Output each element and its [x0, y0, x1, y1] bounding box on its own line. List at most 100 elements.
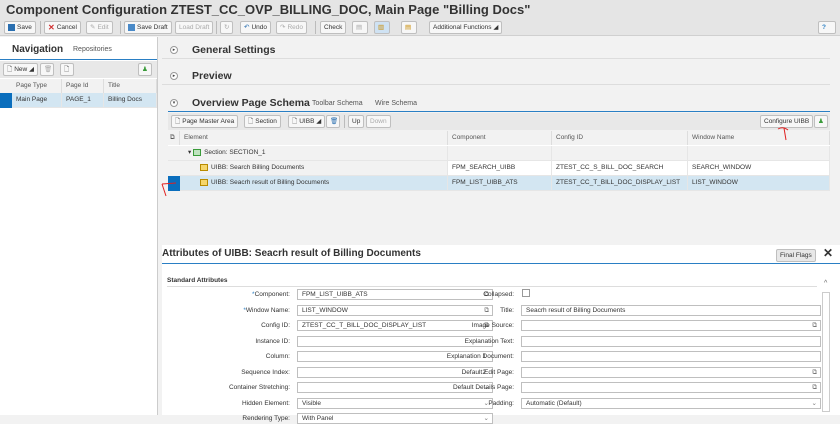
up-button[interactable]: Up: [348, 115, 365, 128]
down-button[interactable]: Down: [366, 115, 391, 128]
annotation-arrow: [161, 182, 177, 197]
redo-button[interactable]: ↷ Redo: [276, 21, 307, 34]
split-horizontal-icon: ▤: [405, 24, 412, 31]
add-page-master-area-button[interactable]: 🗋 Page Master Area: [171, 115, 239, 128]
refresh-button[interactable]: ↻: [220, 21, 234, 34]
tab-toolbar-schema[interactable]: Toolbar Schema: [312, 100, 363, 107]
close-icon[interactable]: ✕: [823, 246, 833, 260]
column-header[interactable]: Component: [448, 131, 552, 145]
navigation-panel: Navigation Repositories 🗋 New ◢ 🗑 🗋 ♟ Pag…: [0, 37, 158, 415]
chevron-down-icon[interactable]: ⌄: [484, 414, 489, 423]
field-label: Image Source:: [471, 322, 514, 329]
load-draft-button[interactable]: Load Draft: [175, 21, 214, 34]
expand-icon[interactable]: ▸: [170, 46, 178, 54]
cell-page-id: PAGE_1: [62, 93, 104, 107]
field-label: Default Details Page:: [452, 384, 514, 391]
table-row-selected[interactable]: UIBB: Seacrh result of Billing Documents…: [168, 176, 830, 191]
cell-component: [448, 146, 552, 160]
add-uibb-button[interactable]: 🗋 UIBB ◢: [288, 115, 326, 128]
field-label: Instance ID:: [162, 338, 290, 345]
delete-button[interactable]: 🗑: [326, 115, 340, 128]
value-help-icon[interactable]: ⧉: [812, 321, 817, 330]
input-field[interactable]: ⧉: [521, 382, 821, 393]
cell-config-id: ZTEST_CC_T_BILL_DOC_DISPLAY_LIST: [552, 176, 688, 190]
cell-config-id: [552, 146, 688, 160]
new-page-icon: 🗋: [7, 66, 13, 73]
schema-toolbar: 🗋 Page Master Area 🗋 Section 🗋 UIBB ◢ 🗑 Up …: [168, 113, 830, 130]
section-overview-page-schema[interactable]: ▾ Overview Page Schema Toolbar Schema Wir…: [162, 94, 830, 112]
save-draft-button[interactable]: Save Draft: [124, 21, 172, 34]
help-button[interactable]: ?: [818, 21, 836, 34]
table-row[interactable]: ▾ Section: SECTION_1: [168, 146, 830, 161]
input-field[interactable]: [521, 335, 821, 347]
value-help-icon[interactable]: ⧉: [812, 383, 817, 392]
select-all-icon[interactable]: ⧉: [168, 131, 180, 145]
collapsed-checkbox[interactable]: [522, 289, 530, 297]
copy-button[interactable]: 🗋: [60, 63, 74, 76]
layout-vertical-button[interactable]: ▥: [374, 21, 390, 34]
add-icon: 🗋: [175, 118, 181, 125]
field-label: Column:: [162, 353, 290, 360]
copy-icon: 🗋: [64, 66, 70, 73]
input-field[interactable]: Seacrh result of Billing Documents: [521, 304, 821, 316]
delete-button[interactable]: 🗑: [40, 63, 54, 76]
final-flags-button[interactable]: Final Flags: [776, 249, 816, 262]
separator: [40, 21, 41, 34]
dropdown-field[interactable]: Automatic (Default) ⌄: [521, 397, 821, 409]
question-icon: ?: [822, 24, 826, 31]
cancel-button[interactable]: ✕ Cancel: [44, 21, 81, 34]
save-icon: [8, 23, 15, 31]
group-title: Standard Attributes: [167, 277, 228, 284]
label-text: Config ID:: [261, 322, 290, 329]
personalize-button[interactable]: ♟: [138, 63, 152, 76]
expand-icon[interactable]: ▸: [170, 72, 178, 80]
table-row[interactable]: UIBB: Search Billing Documents FPM_SEARC…: [168, 161, 830, 176]
draft-icon: [128, 23, 135, 31]
label-text: Sequence Index:: [241, 368, 290, 376]
value-help-icon[interactable]: ⧉: [812, 368, 817, 377]
input-field[interactable]: ⧉: [521, 320, 821, 331]
schema-table: ⧉ Element Component Config ID Window Nam…: [168, 131, 830, 191]
separator: [216, 21, 217, 34]
collapse-icon[interactable]: ▾: [170, 99, 178, 107]
tab-wire-schema[interactable]: Wire Schema: [375, 100, 417, 107]
input-field[interactable]: ⧉: [521, 366, 821, 378]
check-button[interactable]: Check: [320, 21, 347, 34]
chevron-down-icon[interactable]: ⌄: [812, 399, 817, 408]
edit-button[interactable]: ✎ Edit: [86, 21, 113, 34]
column-header[interactable]: Config ID: [552, 131, 688, 145]
new-button[interactable]: 🗋 New ◢: [3, 63, 39, 76]
section-preview[interactable]: ▸ Preview: [162, 67, 830, 85]
column-header[interactable]: Title: [104, 79, 157, 93]
add-section-button[interactable]: 🗋 Section: [244, 115, 281, 128]
layout-horizontal-button[interactable]: ▤: [401, 21, 417, 34]
save-button[interactable]: Save: [4, 21, 36, 34]
column-header[interactable]: Page Id: [62, 79, 104, 93]
column-header[interactable]: Element: [180, 131, 448, 145]
page-title: Component Configuration ZTEST_CC_OVP_BIL…: [6, 2, 531, 17]
cell-component: FPM_SEARCH_UIBB: [448, 161, 552, 175]
input-field[interactable]: [521, 351, 821, 362]
table-row[interactable]: Main Page PAGE_1 Billing Docs: [0, 93, 157, 108]
column-header[interactable]: Window Name: [688, 131, 830, 145]
field-label: Title:: [500, 306, 514, 314]
field-value: ZTEST_CC_T_BILL_DOC_DISPLAY_LIST: [302, 322, 427, 329]
tab-repositories[interactable]: Repositories: [73, 46, 112, 53]
undo-button[interactable]: ↶ Undo: [240, 21, 271, 34]
additional-functions-button[interactable]: Additional Functions ◢: [429, 21, 503, 34]
section-general-settings[interactable]: ▸ General Settings: [162, 41, 830, 59]
field-label: Config ID:: [162, 322, 290, 329]
column-header[interactable]: Page Type: [12, 79, 62, 93]
scroll-up-icon[interactable]: ^: [824, 280, 827, 287]
layout-full-button[interactable]: ▤: [352, 21, 368, 34]
tab-navigation[interactable]: Navigation: [12, 44, 63, 55]
field-label: Padding:: [488, 399, 514, 407]
field-label: Container Stretching:: [162, 384, 290, 391]
scrollbar[interactable]: [822, 292, 830, 412]
refresh-icon: ↻: [224, 24, 230, 31]
close-icon: ✕: [48, 23, 55, 32]
row-selector[interactable]: [0, 93, 12, 108]
section-icon: [193, 148, 202, 156]
personalize-button[interactable]: ♟: [814, 115, 828, 128]
tab-underline: [0, 59, 157, 60]
